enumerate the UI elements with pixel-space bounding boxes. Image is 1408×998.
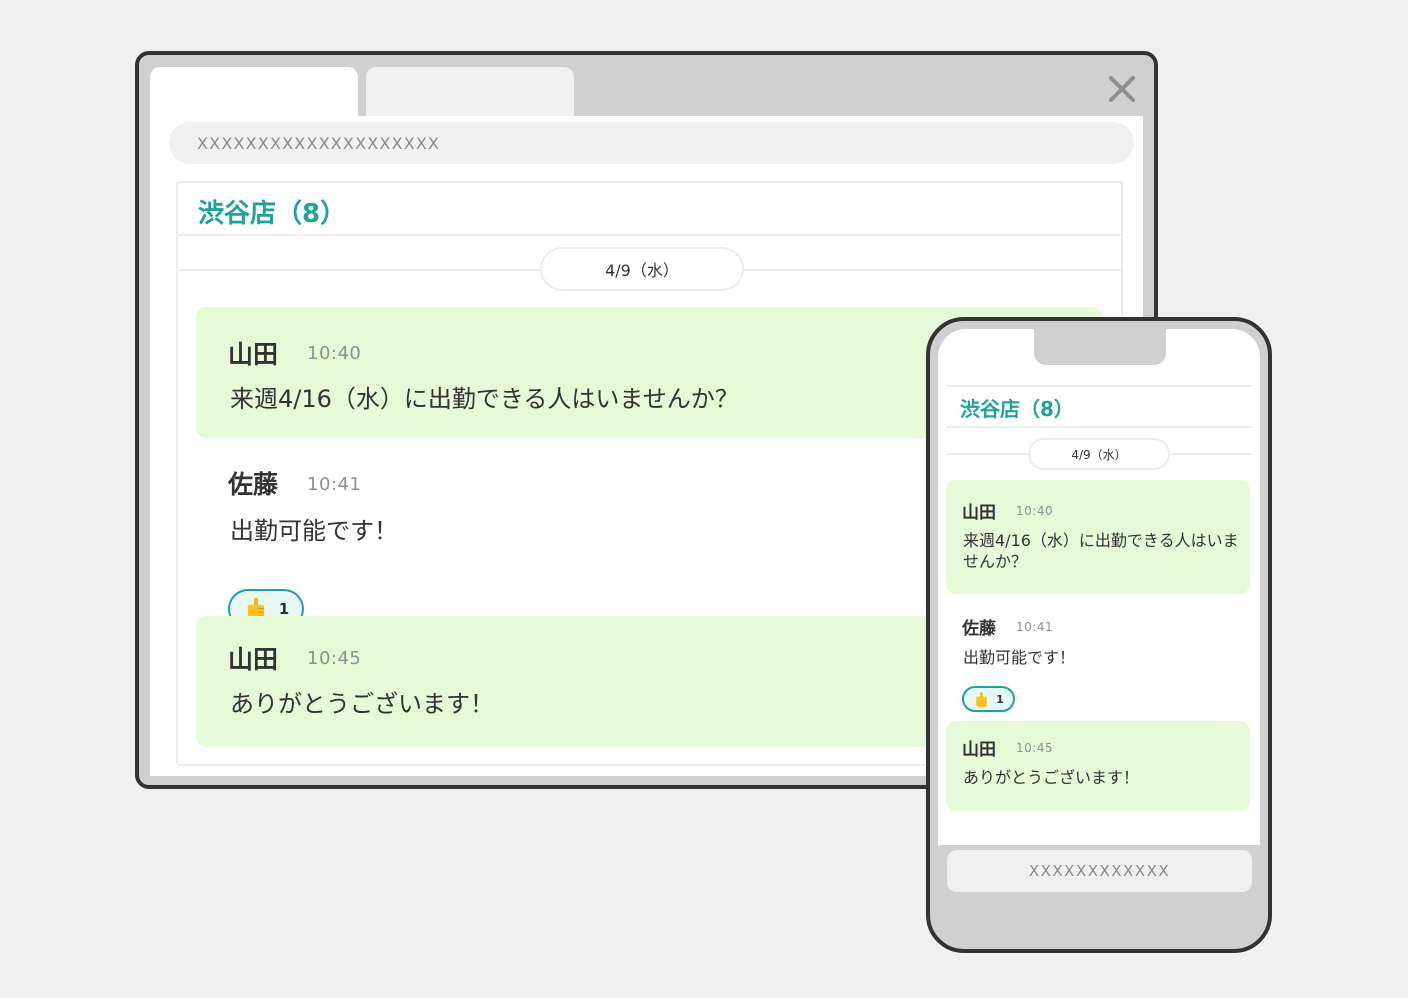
reaction-count: 1 — [996, 692, 1004, 706]
phone-notch — [1034, 329, 1166, 365]
message-author: 山田 — [228, 645, 279, 674]
browser-tab-active[interactable] — [150, 67, 358, 117]
close-button[interactable] — [1102, 69, 1142, 109]
date-label: 4/9（水） — [605, 261, 679, 280]
address-bar-text: XXXXXXXXXXXX — [1028, 862, 1171, 880]
address-bar-text: XXXXXXXXXXXXXXXXXXXX — [197, 133, 441, 153]
phone-screen: 渋谷店（8） 4/9（水） 山田 10:40 来週4/16（水）に出勤できる人は… — [938, 329, 1260, 845]
smartphone-frame: 渋谷店（8） 4/9（水） 山田 10:40 来週4/16（水）に出勤できる人は… — [926, 317, 1272, 953]
message-text: ありがとうございます！ — [963, 768, 1140, 787]
header-divider-top — [946, 385, 1252, 387]
message-text: 出勤可能です！ — [963, 648, 1076, 667]
message-time: 10:41 — [307, 474, 362, 495]
message-item[interactable]: 山田 10:45 ありがとうございます！ — [946, 721, 1250, 811]
message-author: 山田 — [962, 503, 996, 523]
header-divider — [178, 234, 1121, 236]
thumbs-up-icon — [976, 691, 987, 707]
date-separator: 4/9（水） — [540, 247, 744, 291]
message-time: 10:40 — [1016, 504, 1054, 518]
message-time: 10:40 — [307, 343, 362, 364]
message-item[interactable]: 佐藤 10:41 出勤可能です！ 1 — [946, 610, 1250, 720]
reaction-thumbs-up[interactable]: 1 — [962, 686, 1015, 712]
message-author: 山田 — [228, 340, 279, 369]
message-time: 10:45 — [1016, 741, 1054, 755]
date-label: 4/9（水） — [1071, 447, 1127, 462]
channel-title: 渋谷店（8） — [198, 199, 347, 229]
channel-title: 渋谷店（8） — [960, 397, 1074, 421]
message-text: 出勤可能です！ — [230, 517, 398, 545]
date-separator: 4/9（水） — [1028, 438, 1170, 470]
message-text: 来週4/16（水）に出勤できる人はいませんか？ — [230, 385, 739, 413]
address-bar[interactable]: XXXXXXXXXXXXXXXXXXXX — [169, 122, 1134, 164]
close-icon — [1109, 76, 1135, 102]
message-author: 佐藤 — [962, 619, 996, 639]
message-text: ありがとうございます！ — [230, 690, 494, 718]
browser-tab-inactive[interactable] — [366, 67, 574, 117]
address-bar[interactable]: XXXXXXXXXXXX — [947, 850, 1252, 892]
message-time: 10:45 — [307, 648, 362, 669]
header-divider — [946, 426, 1252, 428]
message-author: 佐藤 — [228, 470, 279, 499]
message-time: 10:41 — [1016, 620, 1054, 634]
message-author: 山田 — [962, 740, 996, 760]
message-item[interactable]: 山田 10:40 来週4/16（水）に出勤できる人はいませんか？ — [946, 480, 1250, 594]
message-text: 来週4/16（水）に出勤できる人はいませんか？ — [963, 531, 1239, 571]
